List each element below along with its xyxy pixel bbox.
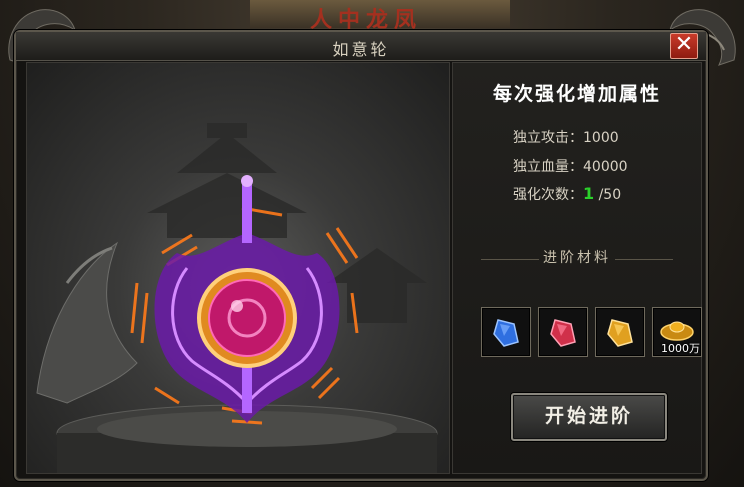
materials-header: 进阶材料: [543, 250, 611, 266]
gold-crystal-icon: [607, 319, 633, 347]
background-banner: 人中龙凤: [250, 0, 510, 33]
ruyi-wheel-window: 如意轮 ✕ 每次强化增加属性 独立攻击：1000 独立血量：40000 强化次数…: [14, 30, 708, 481]
title-bar[interactable]: 如意轮 ✕: [16, 32, 706, 61]
ingot-amount: 1000万: [661, 342, 700, 355]
stat-hp: 独立血量：40000: [513, 156, 628, 176]
divider-right: [615, 259, 673, 260]
blue-crystal-icon: [493, 319, 519, 347]
close-button[interactable]: ✕: [670, 33, 698, 59]
panel-heading: 每次强化增加属性: [492, 83, 661, 105]
material-slot-red[interactable]: [538, 307, 588, 357]
stat-attack: 独立攻击：1000: [513, 127, 619, 147]
dragon-statue: [36, 241, 138, 404]
material-slot-gold[interactable]: [595, 307, 645, 357]
material-slot-blue[interactable]: [481, 307, 531, 357]
wheel-display-panel: [26, 62, 450, 474]
enhance-count-label: 强化次数：: [513, 187, 583, 203]
attribute-panel: 每次强化增加属性 独立攻击：1000 独立血量：40000 强化次数：1 /50…: [452, 62, 702, 474]
start-advance-button[interactable]: 开始进阶: [511, 393, 667, 441]
enhance-count-max: /50: [598, 187, 622, 203]
material-slot-ingot[interactable]: 1000万: [652, 307, 702, 357]
stat-enhance-count: 强化次数：1 /50: [513, 184, 621, 204]
window-title: 如意轮: [332, 40, 390, 59]
enhance-count-current: 1: [583, 184, 595, 203]
stat-attack-label: 独立攻击：: [513, 130, 583, 146]
red-crystal-icon: [550, 319, 576, 347]
stat-hp-label: 独立血量：: [513, 159, 583, 175]
stat-hp-value: 40000: [583, 159, 628, 175]
stat-attack-value: 1000: [583, 130, 619, 146]
wheel-scene: [36, 123, 438, 473]
